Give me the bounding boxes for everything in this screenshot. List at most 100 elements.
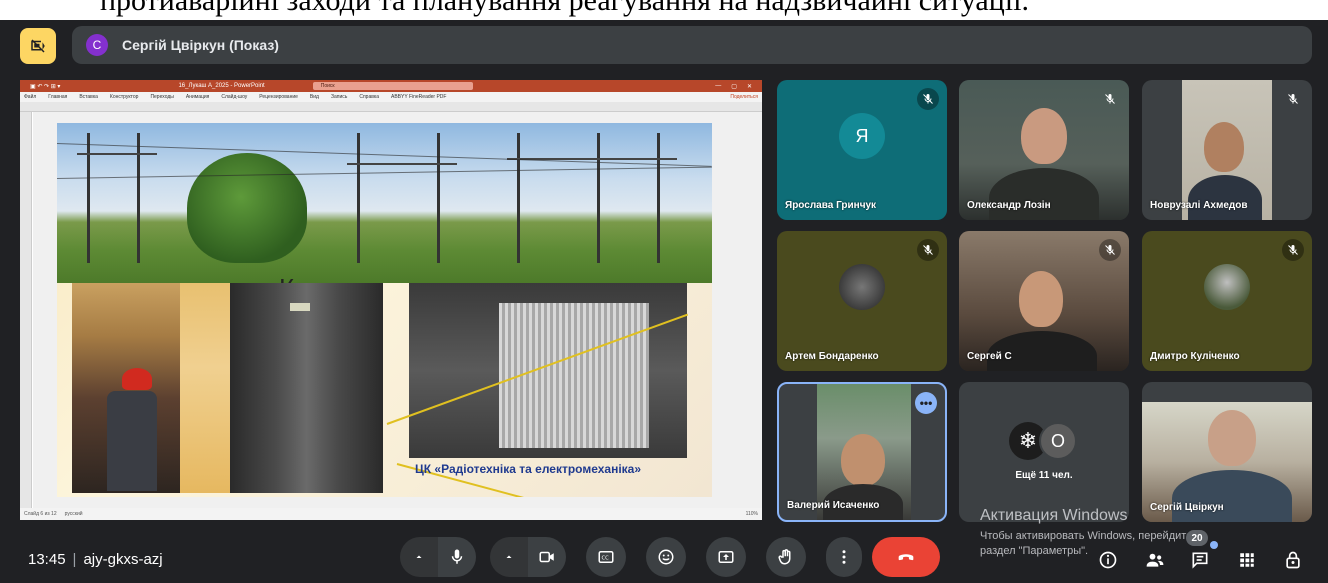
ppt-menu-item: Слайд-шоу (221, 94, 248, 100)
participant-avatar (1204, 264, 1250, 310)
host-controls-button[interactable] (1280, 547, 1306, 573)
info-icon (1099, 551, 1117, 569)
participant-tile[interactable]: Сергей С (959, 231, 1129, 371)
clock-time: 13:45 (28, 551, 66, 568)
ppt-menu-bar: Файл Главная Вставка Конструктор Переход… (20, 92, 762, 102)
mic-off-icon (1099, 239, 1121, 261)
ppt-menu-item: Справка (359, 94, 379, 100)
cables-photo (180, 283, 230, 493)
participant-avatar: Я (839, 113, 885, 159)
audio-options-button[interactable] (400, 537, 438, 577)
ppt-title-bar: ▣ ↶ ↷ ⊞ ▾ 16_Лукаш А_2025 - PowerPoint П… (20, 80, 762, 92)
substation-photo (57, 123, 712, 283)
ppt-slide-counter: Слайд 6 из 12 (24, 511, 57, 517)
raise-hand-icon (778, 549, 791, 565)
participant-avatar: О (1039, 422, 1077, 460)
participant-avatar (839, 264, 885, 310)
shared-screen[interactable]: ▣ ↶ ↷ ⊞ ▾ 16_Лукаш А_2025 - PowerPoint П… (20, 80, 762, 520)
ppt-menu-item: Анимация (185, 94, 210, 100)
presenting-indicator-icon[interactable] (20, 28, 56, 64)
background-document-text: протиаварійні заходи та планування реагу… (100, 0, 1029, 17)
mic-button[interactable] (438, 537, 476, 577)
participant-name: Валерий Исаченко (787, 500, 880, 511)
more-participants-count: Ещё 11 чел. (1015, 470, 1073, 481)
participant-name: Артем Бондаренко (785, 351, 879, 362)
worker-photo (72, 283, 180, 493)
participant-tile[interactable]: Новрузалі Ахмедов (1142, 80, 1312, 220)
mic-off-icon (1282, 239, 1304, 261)
captions-button[interactable]: CC (586, 537, 626, 577)
participant-name: Дмитро Куліченко (1150, 351, 1240, 362)
host-controls-icon (1286, 551, 1300, 569)
chevron-up-icon (506, 555, 512, 558)
mic-off-icon (1282, 88, 1304, 110)
chat-icon (1192, 552, 1208, 569)
presenter-bar[interactable]: С Сергій Цвіркун (Показ) (72, 26, 1312, 64)
participant-tile[interactable]: Олександр Лозін (959, 80, 1129, 220)
captions-icon: CC (598, 551, 614, 563)
more-vert-icon (842, 550, 846, 564)
participant-tile[interactable]: Артем Бондаренко (777, 231, 947, 371)
chevron-up-icon (416, 555, 422, 558)
more-options-icon[interactable]: ••• (915, 392, 937, 414)
mic-icon (451, 549, 463, 564)
people-count-badge: 20 (1186, 530, 1208, 546)
participant-name: Новрузалі Ахмедов (1150, 200, 1248, 211)
ppt-search-box: Поиск (312, 82, 473, 90)
present-now-icon (718, 551, 734, 563)
emoji-icon (658, 549, 674, 565)
mic-off-icon (1099, 88, 1121, 110)
more-participants-tile[interactable]: ❄ О Ещё 11 чел. (959, 382, 1129, 522)
mic-off-icon (917, 239, 939, 261)
slide-caption: ЦК «Радіотехніка та електромеханіка» (415, 462, 642, 476)
participant-name: Ярослава Гринчук (785, 200, 877, 211)
ppt-status-bar: Слайд 6 из 12 русский 110% (20, 508, 762, 520)
ppt-share-button: Поделиться (730, 94, 758, 100)
presenter-avatar: С (86, 34, 108, 56)
ppt-window-controls: — ▢ ✕ (715, 82, 752, 90)
ppt-zoom-level: 110% (745, 511, 758, 517)
emoji-button[interactable] (646, 537, 686, 577)
activities-button[interactable] (1234, 547, 1260, 573)
meeting-details-button[interactable] (1095, 547, 1121, 573)
ppt-menu-item: Конструктор (109, 94, 139, 100)
participant-tile[interactable]: Я Ярослава Гринчук (777, 80, 947, 220)
more-options-button[interactable] (826, 537, 862, 577)
activities-icon (1240, 553, 1254, 567)
svg-text:CC: CC (602, 555, 610, 561)
presenter-name: Сергій Цвіркун (Показ) (122, 37, 279, 53)
camera-icon (539, 551, 554, 563)
participant-tile[interactable]: Дмитро Куліченко (1142, 231, 1312, 371)
raise-hand-button[interactable] (766, 537, 806, 577)
ppt-menu-item: Главная (48, 94, 68, 100)
ppt-menu-item: Переходы (150, 94, 174, 100)
cable-tunnel-photo (230, 283, 383, 493)
mic-off-icon (917, 88, 939, 110)
ppt-language: русский (64, 511, 83, 517)
participant-tile[interactable]: Сергій Цвіркун (1142, 382, 1312, 522)
ppt-menu-item: Вставка (79, 94, 98, 100)
video-options-button[interactable] (490, 537, 528, 577)
transformer-photo (409, 283, 687, 458)
ppt-ruler-vertical (20, 112, 32, 508)
participant-name: Сергей С (967, 351, 1012, 362)
meeting-code: ajy-gkxs-azj (83, 551, 163, 568)
more-participants-avatars: ❄ О (1009, 422, 1077, 460)
people-button[interactable] (1142, 547, 1168, 573)
end-call-icon (898, 554, 914, 561)
camera-button[interactable] (528, 537, 566, 577)
participant-tile-active[interactable]: ••• Валерий Исаченко (777, 382, 947, 522)
chat-button[interactable] (1187, 547, 1213, 573)
ppt-menu-item: Запись (330, 94, 348, 100)
ppt-ruler-horizontal (20, 102, 762, 112)
ppt-menu-item: Вид (309, 94, 319, 100)
ppt-menu-item: Рецензирование (259, 94, 298, 100)
meeting-time-and-code: 13:45 | ajy-gkxs-azj (28, 551, 163, 568)
end-call-button[interactable] (872, 537, 940, 577)
chat-notification-dot (1210, 541, 1218, 549)
background-document-strip: протиаварійні заходи та планування реагу… (0, 0, 1328, 20)
windows-activation-watermark: Активация Windows Чтобы активировать Win… (980, 507, 1202, 557)
ppt-document-title: 16_Лукаш А_2025 - PowerPoint (178, 83, 265, 89)
ppt-menu-item: Файл (24, 94, 37, 100)
present-now-button[interactable] (706, 537, 746, 577)
